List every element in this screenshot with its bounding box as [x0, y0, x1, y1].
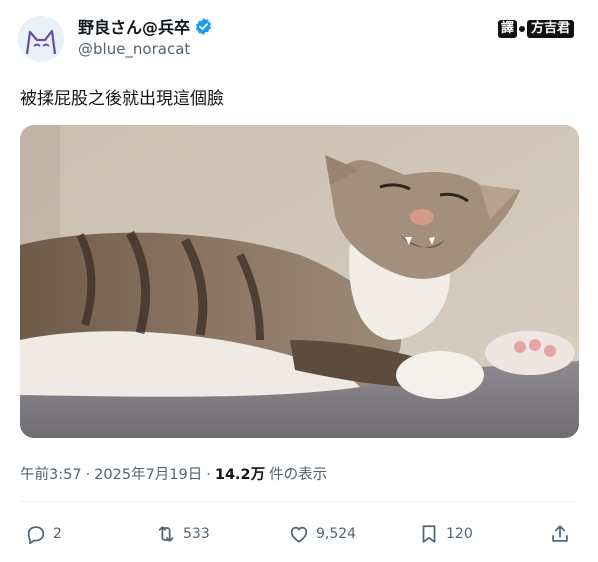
author-name-row[interactable]: 野良さん@兵卒	[78, 14, 213, 38]
share-icon	[552, 525, 568, 542]
watermark-part-1: 譯	[497, 20, 517, 38]
tweet-text: 被揉屁股之後就出現這個臉	[20, 89, 224, 109]
meta-separator-1: ·	[85, 467, 91, 483]
views-count: 14.2万	[214, 467, 266, 483]
tweet-photo[interactable]	[20, 125, 579, 438]
handle[interactable]: @blue_noracat	[78, 40, 190, 58]
reply-count: 2	[53, 526, 62, 542]
like-count: 9,524	[316, 526, 357, 542]
cat-avatar-icon	[18, 16, 64, 62]
views-label: 件の表示	[269, 467, 328, 483]
tweet-time[interactable]: 午前3:57	[20, 463, 82, 484]
like-button[interactable]: 9,524	[288, 523, 356, 545]
meta-separator-2: ·	[206, 467, 211, 483]
watermark: 譯 方吉君	[497, 20, 574, 38]
action-bar: 2 533 9,524 120	[20, 518, 578, 550]
bookmark-icon	[422, 525, 436, 543]
cat-photo	[20, 125, 579, 438]
bookmark-count: 120	[446, 526, 473, 542]
retweet-icon	[158, 526, 174, 542]
reply-icon	[27, 526, 45, 545]
verified-badge-icon	[195, 17, 212, 35]
heart-icon	[290, 526, 308, 543]
bookmark-button[interactable]: 120	[418, 523, 473, 545]
tweet-date[interactable]: 2025年7月19日	[94, 463, 202, 484]
display-name[interactable]: 野良さん@兵卒	[78, 14, 190, 38]
avatar[interactable]	[18, 16, 64, 62]
watermark-dot	[518, 26, 525, 32]
retweet-button[interactable]: 533	[155, 523, 210, 545]
share-button[interactable]	[549, 523, 571, 545]
divider	[20, 501, 578, 502]
watermark-part-2: 方吉君	[526, 20, 574, 38]
reply-button[interactable]: 2	[25, 523, 62, 545]
tweet-meta: 午前3:57 · 2025年7月19日 · 14.2万 件の表示	[20, 463, 327, 484]
retweet-count: 533	[183, 526, 210, 542]
